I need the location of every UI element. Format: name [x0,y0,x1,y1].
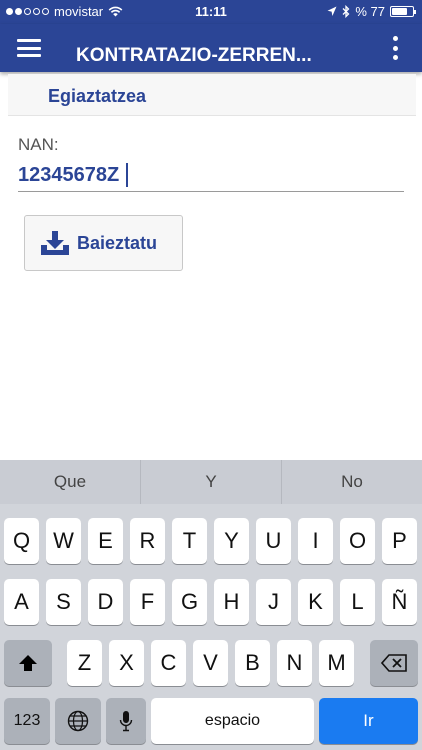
nan-input[interactable] [18,160,404,192]
bluetooth-icon [342,5,350,18]
battery-icon [390,6,416,17]
backspace-icon [381,654,407,672]
key-row-4: 123 espacio Ir [0,698,422,744]
battery-percentage: % 77 [355,4,385,19]
key-w[interactable]: W [46,518,81,564]
key-y[interactable]: Y [214,518,249,564]
key-k[interactable]: K [298,579,333,625]
key-u[interactable]: U [256,518,291,564]
globe-key[interactable] [55,698,101,744]
shift-icon [19,655,37,671]
key-o[interactable]: O [340,518,375,564]
hamburger-menu-icon[interactable] [17,39,41,57]
dictation-key[interactable] [106,698,146,744]
key-h[interactable]: H [214,579,249,625]
status-bar: movistar 11:11 % 77 [0,0,422,24]
key-t[interactable]: T [172,518,207,564]
key-f[interactable]: F [130,579,165,625]
section-header: Egiaztatzea [8,74,416,116]
key-c[interactable]: C [151,640,186,686]
key-e[interactable]: E [88,518,123,564]
delete-key[interactable] [370,640,418,686]
key-d[interactable]: D [88,579,123,625]
key-a[interactable]: A [4,579,39,625]
key-row-1: QWERTYUIOP [0,518,422,564]
space-key[interactable]: espacio [151,698,314,744]
key-m[interactable]: M [319,640,354,686]
download-icon [39,230,71,256]
key-s[interactable]: S [46,579,81,625]
text-caret [126,163,128,187]
key-p[interactable]: P [382,518,417,564]
shift-key[interactable] [4,640,52,686]
key-ñ[interactable]: Ñ [382,579,417,625]
section-title: Egiaztatzea [48,86,147,106]
globe-icon [67,710,89,732]
suggestion-bar: Que Y No [0,460,422,504]
battery-level [392,8,408,15]
location-arrow-icon [327,6,337,16]
confirm-button-label: Baieztatu [77,232,158,253]
key-row-3: ZXCVBNM [0,640,422,686]
confirm-button[interactable]: Baieztatu [24,215,183,271]
key-i[interactable]: I [298,518,333,564]
suggestion-item[interactable]: No [282,460,422,504]
key-z[interactable]: Z [67,640,102,686]
nan-label: NAN: [18,135,59,154]
key-v[interactable]: V [193,640,228,686]
page-title: KONTRATAZIO-ZERREN... [76,45,312,66]
app-bar: KONTRATAZIO-ZERREN... [0,24,422,72]
overflow-menu-icon[interactable] [392,36,398,60]
key-row-2: ASDFGHJKLÑ [0,579,422,625]
key-g[interactable]: G [172,579,207,625]
key-n[interactable]: N [277,640,312,686]
screen: movistar 11:11 % 77 KONTRATAZIO-ZERREN..… [0,0,422,750]
numbers-key[interactable]: 123 [4,698,50,744]
key-j[interactable]: J [256,579,291,625]
key-b[interactable]: B [235,640,270,686]
microphone-icon [119,711,133,732]
key-q[interactable]: Q [4,518,39,564]
key-l[interactable]: L [340,579,375,625]
keyboard: Que Y No QWERTYUIOP ASDFGHJKLÑ ZXCVBNM 1… [0,460,422,750]
suggestion-item[interactable]: Que [0,460,141,504]
key-r[interactable]: R [130,518,165,564]
key-x[interactable]: X [109,640,144,686]
status-right: % 77 [327,4,416,19]
suggestion-item[interactable]: Y [141,460,282,504]
go-key[interactable]: Ir [319,698,418,744]
